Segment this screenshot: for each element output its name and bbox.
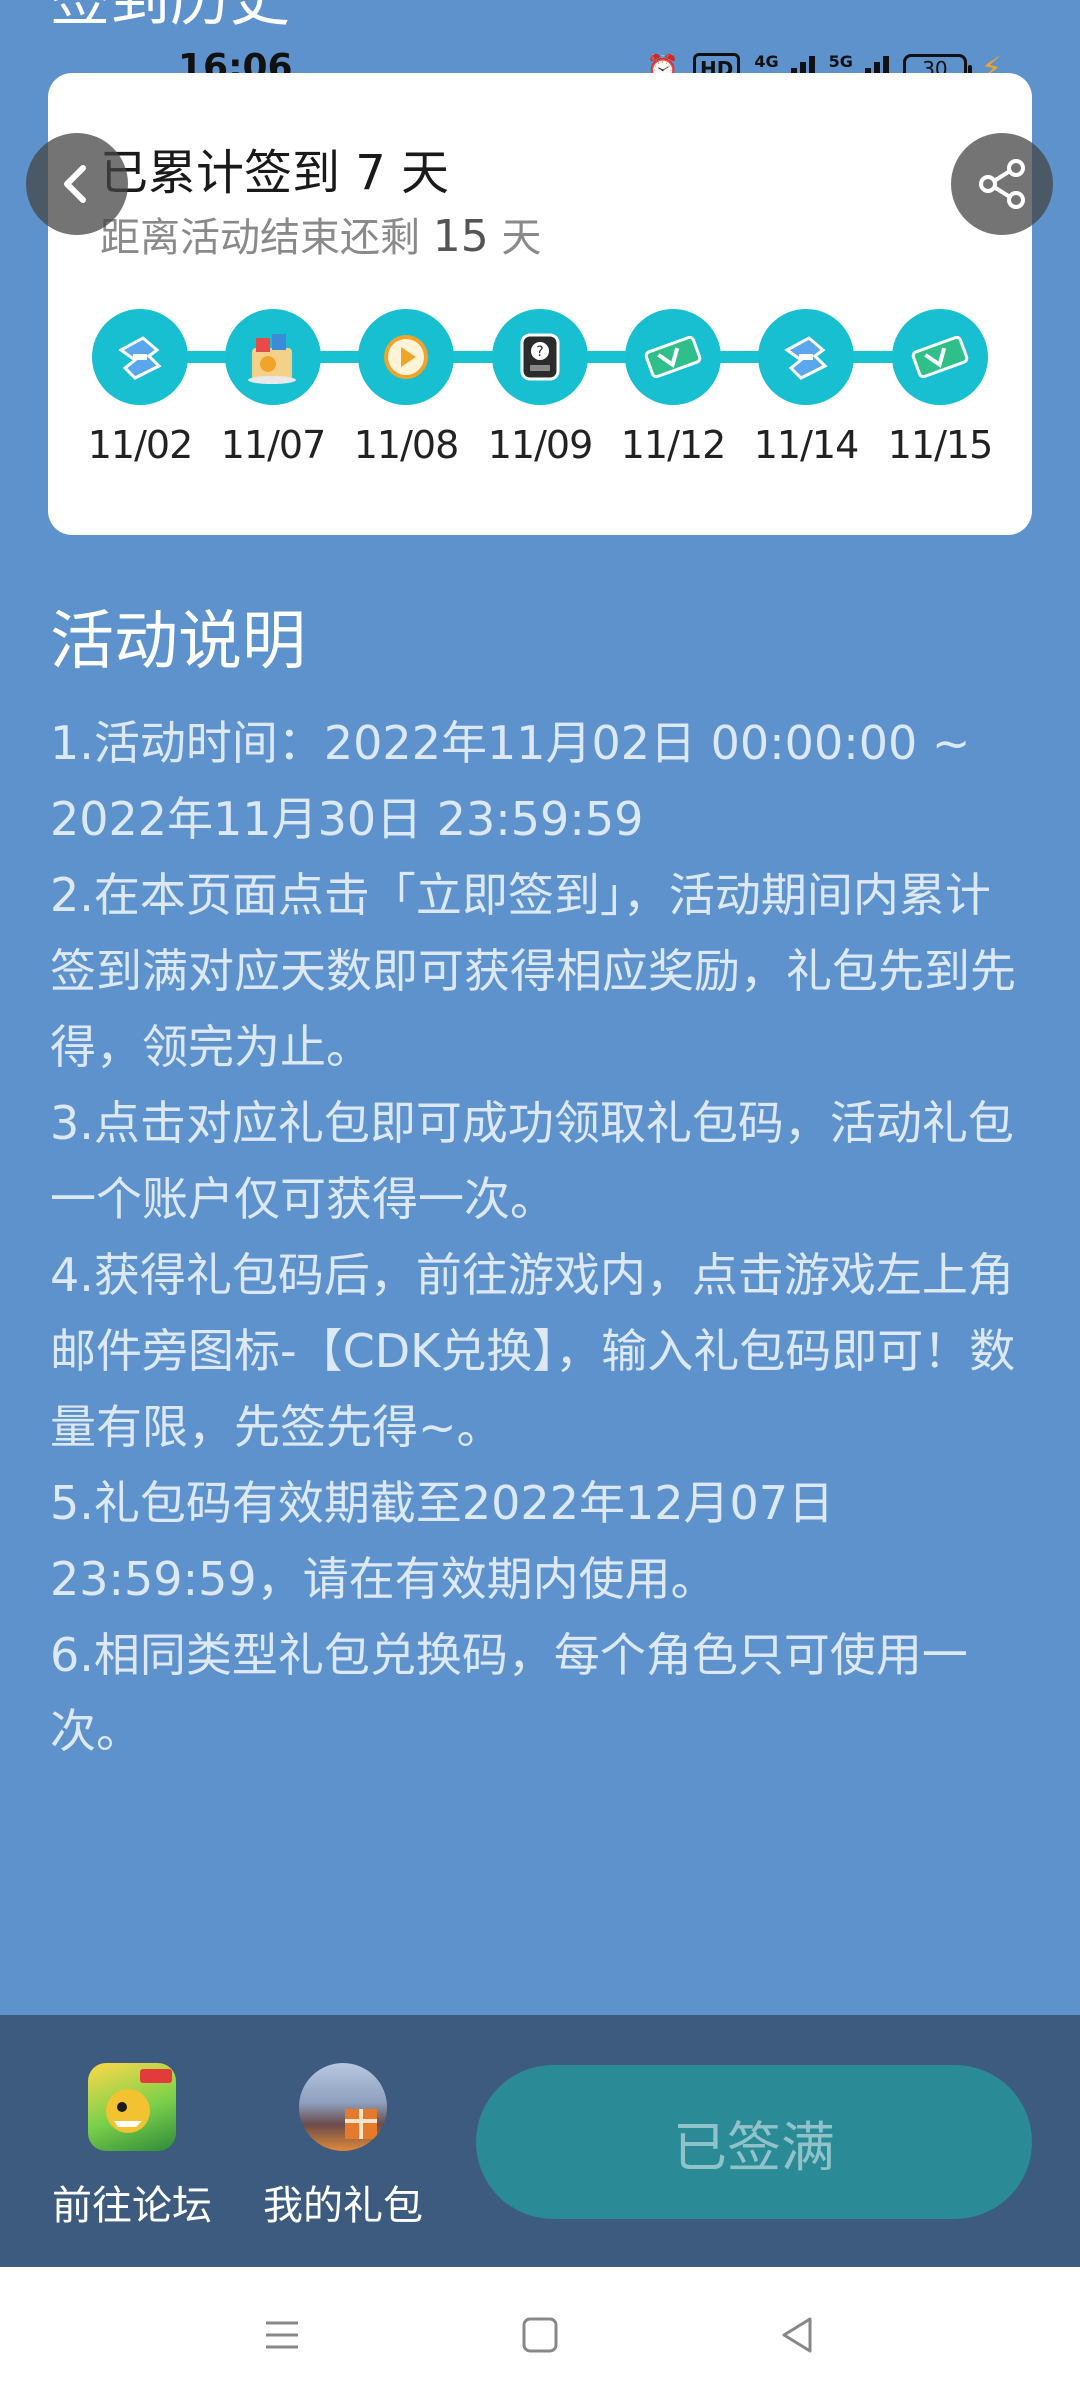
home-button[interactable] <box>516 2311 564 2359</box>
system-back-button[interactable] <box>774 2311 822 2359</box>
milestone[interactable]: 11/15 <box>873 309 1007 467</box>
rule-item: 4.获得礼包码后，前往游戏内，点击游戏左上角邮件旁图标-【CDK兑换】，输入礼包… <box>50 1248 1016 1454</box>
page-title: 签到历史 <box>50 0 290 35</box>
milestone-date: 11/12 <box>620 423 727 467</box>
gift-bag-icon <box>225 309 321 405</box>
days-remaining-prefix: 距离活动结束还剩 <box>100 215 433 261</box>
milestone-date: 11/09 <box>487 423 594 467</box>
signin-summary-card: 已累计签到 7 天 距离活动结束还剩 15 天 11/02 11/07 11/0… <box>48 73 1032 535</box>
system-nav-bar <box>0 2267 1080 2400</box>
milestone[interactable]: 11/12 <box>606 309 740 467</box>
milestone[interactable]: 11/02 <box>73 309 207 467</box>
bottom-action-bar: 前往论坛 我的礼包 已签满 <box>0 2015 1080 2267</box>
recent-apps-button[interactable] <box>258 2311 306 2359</box>
mystery-box-icon: ? <box>492 309 588 405</box>
signed-full-button[interactable]: 已签满 <box>476 2065 1032 2219</box>
ticket-blue-icon <box>92 309 188 405</box>
milestone-date: 11/15 <box>887 423 994 467</box>
rules-body: 1.活动时间：2022年11月02日 00:00:00 ~ 2022年11月30… <box>50 705 1030 1769</box>
menu-icon <box>266 2321 298 2349</box>
net-5g-label: 5G <box>828 52 853 71</box>
go-to-forum-label: 前往论坛 <box>52 2183 212 2229</box>
green-ticket-icon <box>625 309 721 405</box>
play-coin-icon <box>358 309 454 405</box>
ticket-blue-icon <box>758 309 854 405</box>
net-4g-label: 4G <box>754 52 779 71</box>
user-avatar <box>299 2063 387 2151</box>
rule-item: 5.礼包码有效期截至2022年12月07日 23:59:59，请在有效期内使用。 <box>50 1476 835 1606</box>
share-icon <box>979 159 1025 209</box>
milestone[interactable]: 11/08 <box>339 309 473 467</box>
rule-item: 2.在本页面点击「立即签到」，活动期间内累计签到满对应天数即可获得相应奖励，礼包… <box>50 868 1016 1074</box>
milestone-date: 11/14 <box>753 423 860 467</box>
square-icon <box>522 2317 558 2353</box>
days-remaining-text: 距离活动结束还剩 15 天 <box>100 205 541 263</box>
days-remaining-suffix: 天 <box>488 215 542 261</box>
milestone[interactable]: 11/07 <box>206 309 340 467</box>
go-to-forum-button[interactable]: 前往论坛 <box>48 2063 216 2231</box>
share-button[interactable] <box>951 133 1053 235</box>
rule-item: 6.相同类型礼包兑换码，每个角色只可使用一次。 <box>50 1628 968 1758</box>
triangle-back-icon <box>782 2317 812 2353</box>
signin-timeline: 11/02 11/07 11/08 ? 11/09 11/12 11/14 11… <box>88 309 993 469</box>
days-remaining-count: 15 <box>432 211 489 262</box>
chevron-left-icon <box>64 165 86 203</box>
signin-total-title: 已累计签到 7 天 <box>100 145 450 201</box>
my-gifts-label: 我的礼包 <box>263 2183 423 2229</box>
svg-text:?: ? <box>536 344 543 360</box>
back-button[interactable] <box>26 133 128 235</box>
green-ticket-icon <box>892 309 988 405</box>
rules-title: 活动说明 <box>50 605 306 679</box>
milestone[interactable]: 11/14 <box>739 309 873 467</box>
milestone-date: 11/07 <box>220 423 327 467</box>
milestone-date: 11/08 <box>353 423 460 467</box>
milestone-date: 11/02 <box>87 423 194 467</box>
rule-item: 1.活动时间：2022年11月02日 00:00:00 ~ 2022年11月30… <box>50 716 971 846</box>
game-app-icon <box>88 2063 176 2151</box>
my-gifts-button[interactable]: 我的礼包 <box>258 2063 428 2231</box>
milestone[interactable]: ? 11/09 <box>473 309 607 467</box>
rule-item: 3.点击对应礼包即可成功领取礼包码，活动礼包一个账户仅可获得一次。 <box>50 1096 1014 1226</box>
